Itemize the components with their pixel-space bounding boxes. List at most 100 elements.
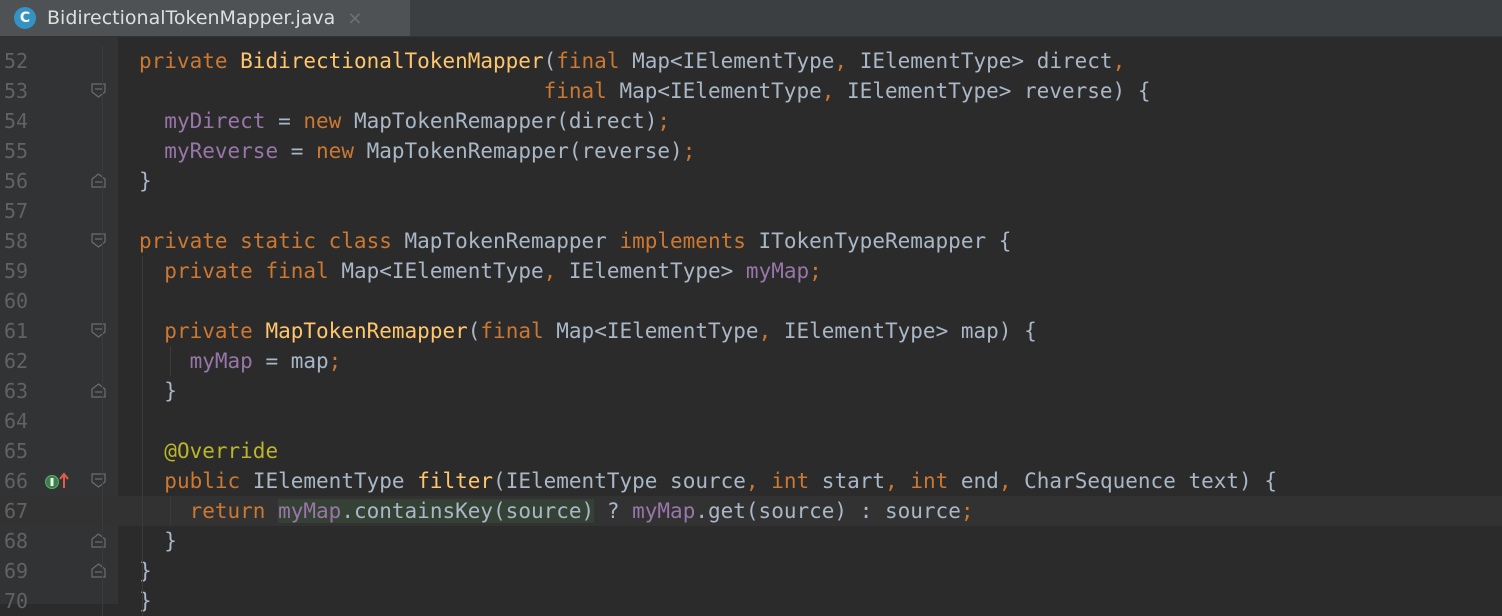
code-token: end xyxy=(960,469,999,493)
code-text: } xyxy=(139,556,152,586)
fold-start-icon[interactable] xyxy=(91,83,106,98)
code-line[interactable]: 69} xyxy=(0,556,1502,586)
code-text: myReverse = new MapTokenRemapper(reverse… xyxy=(139,136,695,166)
line-number: 64 xyxy=(4,409,29,433)
line-number: 59 xyxy=(4,259,29,283)
code-token: ; xyxy=(809,259,822,283)
code-token: Map<IElementType xyxy=(619,79,822,103)
code-token: = xyxy=(265,109,304,133)
file-tab[interactable]: C BidirectionalTokenMapper.java × xyxy=(0,0,410,36)
code-token: IElementType xyxy=(252,469,418,493)
code-token: private xyxy=(139,49,241,73)
code-token: } xyxy=(139,529,177,553)
code-line[interactable]: 60 xyxy=(0,286,1502,316)
code-token: , xyxy=(745,469,772,493)
code-token: MapTokenRemapper xyxy=(404,229,620,253)
line-number: 66 xyxy=(4,469,29,493)
code-token: @Override xyxy=(164,439,279,463)
fold-end-icon[interactable] xyxy=(91,563,106,578)
line-number: 55 xyxy=(4,139,29,163)
code-token: ( xyxy=(467,319,481,343)
code-token: ; xyxy=(960,499,974,523)
code-text: public IElementType filter(IElementType … xyxy=(139,466,1277,496)
code-line[interactable]: 65 @Override xyxy=(0,436,1502,466)
code-token: CharSequence text) { xyxy=(1024,469,1277,493)
indent-guide xyxy=(170,496,171,526)
code-token: } xyxy=(139,559,152,583)
code-token: , xyxy=(834,49,860,73)
line-number: 54 xyxy=(4,109,29,133)
code-token: , xyxy=(758,319,784,343)
code-line[interactable]: 54 myDirect = new MapTokenRemapper(direc… xyxy=(0,106,1502,136)
code-token: public xyxy=(164,469,253,493)
code-line[interactable]: 66 public IElementType filter(IElementTy… xyxy=(0,466,1502,496)
code-text: private static class MapTokenRemapper im… xyxy=(139,226,1011,256)
fold-end-icon[interactable] xyxy=(91,173,106,188)
code-text: final Map<IElementType, IElementType> re… xyxy=(139,76,1151,106)
code-token: (IElementType source xyxy=(493,469,746,493)
fold-end-icon[interactable] xyxy=(91,533,106,548)
code-token: final xyxy=(556,49,633,73)
indent-guide xyxy=(170,346,171,376)
line-number: 53 xyxy=(4,79,29,103)
fold-start-icon[interactable] xyxy=(91,233,106,248)
editor-tab-bar: C BidirectionalTokenMapper.java × xyxy=(0,0,1502,37)
line-number: 60 xyxy=(4,289,29,313)
fold-end-icon[interactable] xyxy=(91,383,106,398)
indent-guide xyxy=(102,46,103,616)
code-line[interactable]: 64 xyxy=(0,406,1502,436)
fold-start-icon[interactable] xyxy=(91,323,106,338)
code-token: Map<IElementType xyxy=(556,319,759,343)
code-token: = xyxy=(278,139,317,163)
code-token: , xyxy=(885,469,911,493)
code-token: } xyxy=(139,589,152,613)
line-number: 61 xyxy=(4,319,29,343)
code-token: BidirectionalTokenMapper xyxy=(240,49,544,73)
line-number: 65 xyxy=(4,439,29,463)
line-number: 63 xyxy=(4,379,29,403)
code-line[interactable]: 63 } xyxy=(0,376,1502,406)
code-token: myMap xyxy=(632,499,696,523)
code-line[interactable]: 62 myMap = map; xyxy=(0,346,1502,376)
code-token: ; xyxy=(682,139,696,163)
implements-method-icon[interactable] xyxy=(44,472,72,490)
code-token: ( xyxy=(543,49,557,73)
code-token: new xyxy=(316,139,367,163)
line-number: 69 xyxy=(4,559,29,583)
code-text: private BidirectionalTokenMapper(final M… xyxy=(139,46,1125,76)
code-token: implements xyxy=(619,229,759,253)
code-text: private final Map<IElementType, IElement… xyxy=(139,256,822,286)
code-token: myMap xyxy=(745,259,810,283)
code-token: private xyxy=(164,319,266,343)
file-tab-title: BidirectionalTokenMapper.java xyxy=(47,7,336,29)
code-token: , xyxy=(1112,49,1126,73)
code-line[interactable]: 56} xyxy=(0,166,1502,196)
code-token: final xyxy=(543,79,620,103)
code-editor[interactable]: 52 private BidirectionalTokenMapper(final… xyxy=(0,37,1502,616)
line-number: 67 xyxy=(4,499,29,523)
code-line[interactable]: 53 final Map<IElementType, IElementType>… xyxy=(0,76,1502,106)
code-line[interactable]: 68 } xyxy=(0,526,1502,556)
code-token: ; xyxy=(328,349,342,373)
code-token: MapTokenRemapper(reverse) xyxy=(366,139,683,163)
code-line[interactable]: 61 private MapTokenRemapper(final Map<IE… xyxy=(0,316,1502,346)
fold-start-icon[interactable] xyxy=(91,473,106,488)
code-line[interactable]: 58 private static class MapTokenRemapper … xyxy=(0,226,1502,256)
code-token: } xyxy=(139,169,152,193)
code-text: } xyxy=(139,526,177,556)
code-token: Map<IElementType xyxy=(341,259,544,283)
code-token: ; xyxy=(657,109,671,133)
code-line[interactable]: 59 private final Map<IElementType, IElem… xyxy=(0,256,1502,286)
code-line[interactable]: 55 myReverse = new MapTokenRemapper(reve… xyxy=(0,136,1502,166)
code-token: int xyxy=(771,469,822,493)
code-line[interactable]: 67 return myMap.containsKey(source) ? my… xyxy=(0,496,1502,526)
code-line[interactable]: 57 xyxy=(0,196,1502,226)
code-line[interactable]: 52 private BidirectionalTokenMapper(final… xyxy=(0,46,1502,76)
code-token: .get(source) : source xyxy=(695,499,961,523)
code-token: .containsKey(source) xyxy=(341,499,595,523)
code-line[interactable]: 70} xyxy=(0,586,1502,616)
code-token: , xyxy=(821,79,848,103)
close-tab-icon[interactable]: × xyxy=(347,8,362,29)
